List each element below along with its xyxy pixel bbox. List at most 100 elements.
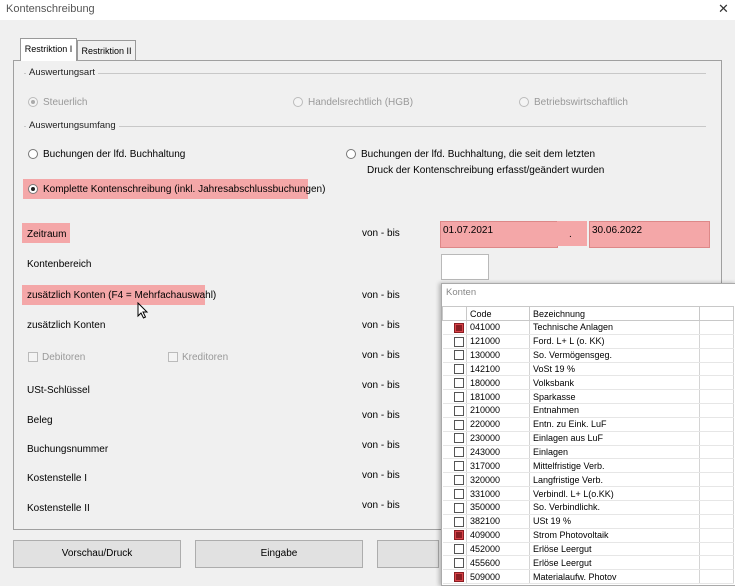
konten-table: Code Bezeichnung 041000 Technische Anlage… <box>442 306 734 585</box>
button-label: Eingabe <box>260 548 298 559</box>
tab-restriktion-1[interactable]: Restriktion I <box>20 38 77 61</box>
row-code: 409000 <box>466 528 530 543</box>
row-code: 382100 <box>466 514 530 529</box>
row-check-cell[interactable] <box>442 569 467 585</box>
radio-lfd-buchhaltung[interactable] <box>28 149 38 159</box>
row-code: 243000 <box>466 445 530 460</box>
row-check-cell[interactable] <box>442 362 467 377</box>
zeitraum-to-input[interactable]: 30.06.2022 <box>589 221 710 248</box>
label-von-bis: von - bis <box>362 410 400 421</box>
table-row[interactable]: 317000 Mittelfristige Verb. <box>442 458 734 474</box>
row-check-cell[interactable] <box>442 472 467 488</box>
row-code: 210000 <box>466 403 530 418</box>
row-check-cell[interactable] <box>442 458 467 474</box>
group-line <box>24 73 706 74</box>
table-row[interactable]: 210000 Entnahmen <box>442 403 734 418</box>
row-check-cell[interactable] <box>442 445 467 460</box>
row-checkbox[interactable] <box>453 336 464 347</box>
header-bezeichnung[interactable]: Bezeichnung <box>529 306 700 321</box>
row-checkbox[interactable] <box>453 378 464 389</box>
tab-restriktion-2[interactable]: Restriktion II <box>77 40 136 61</box>
row-code: 320000 <box>466 472 530 488</box>
table-row[interactable]: 331000 Verbindl. L+ L(o.KK) <box>442 486 734 501</box>
eingabe-button[interactable]: Eingabe <box>195 540 363 568</box>
row-empty <box>699 362 734 377</box>
table-row[interactable]: 455600 Erlöse Leergut <box>442 555 734 571</box>
row-checkbox[interactable] <box>453 447 464 458</box>
radio-seit-letztem-druck[interactable] <box>346 149 356 159</box>
row-checkbox[interactable] <box>453 516 464 527</box>
title-bar: Kontenschreibung ✕ <box>0 0 735 20</box>
table-row[interactable]: 243000 Einlagen <box>442 445 734 460</box>
row-check-cell[interactable] <box>442 542 467 557</box>
row-code: 121000 <box>466 334 530 349</box>
row-checkbox[interactable] <box>453 364 464 375</box>
row-check-cell[interactable] <box>442 375 467 391</box>
row-checkbox[interactable] <box>453 488 464 499</box>
row-check-cell[interactable] <box>442 528 467 543</box>
row-check-cell[interactable] <box>442 320 467 335</box>
row-check-cell[interactable] <box>442 514 467 529</box>
row-checkbox[interactable] <box>453 475 464 486</box>
row-check-cell[interactable] <box>442 417 467 432</box>
table-row[interactable]: 121000 Ford. L+ L (o. KK) <box>442 334 734 349</box>
row-checkbox[interactable] <box>453 350 464 361</box>
row-check-cell[interactable] <box>442 431 467 446</box>
zeitraum-from-value: 01.07.2021 <box>443 225 494 236</box>
row-checkbox[interactable] <box>453 558 464 569</box>
zeitraum-from-input[interactable]: 01.07.2021 <box>440 221 558 248</box>
row-empty <box>699 389 734 405</box>
table-row[interactable]: 452000 Erlöse Leergut <box>442 542 734 557</box>
row-checkbox[interactable] <box>453 502 464 513</box>
row-check-cell[interactable] <box>442 334 467 349</box>
row-checkbox[interactable] <box>453 433 464 444</box>
table-row[interactable]: 509000 Materialaufw. Photov <box>442 569 734 585</box>
table-row[interactable]: 382100 USt 19 % <box>442 514 734 529</box>
radio-handelsrechtlich[interactable] <box>293 97 303 107</box>
radio-label: Buchungen der lfd. Buchhaltung <box>43 149 186 160</box>
table-row[interactable]: 180000 Volksbank <box>442 375 734 391</box>
row-checkbox[interactable] <box>453 461 464 472</box>
table-row[interactable]: 350000 So. Verbindlichk. <box>442 500 734 515</box>
label-debitoren: Debitoren <box>42 352 86 363</box>
checkbox-debitoren[interactable] <box>28 352 38 362</box>
row-empty <box>699 417 734 432</box>
vorschau-druck-button[interactable]: Vorschau/Druck <box>13 540 181 568</box>
table-row[interactable]: 130000 So. Vermögensgeg. <box>442 348 734 363</box>
row-checkbox[interactable] <box>453 405 464 416</box>
radio-steuerlich[interactable] <box>28 97 38 107</box>
row-bezeichnung: Erlöse Leergut <box>529 555 700 571</box>
table-row[interactable]: 230000 Einlagen aus LuF <box>442 431 734 446</box>
row-check-cell[interactable] <box>442 389 467 405</box>
row-bezeichnung: Einlagen aus LuF <box>529 431 700 446</box>
row-checkbox[interactable] <box>453 419 464 430</box>
row-checkbox[interactable] <box>453 571 464 582</box>
zeitraum-separator: . <box>569 229 572 240</box>
kontenbereich-input[interactable] <box>441 254 489 280</box>
row-checkbox[interactable] <box>453 391 464 402</box>
table-row[interactable]: 181000 Sparkasse <box>442 389 734 405</box>
konten-popup: Konten Code Bezeichnung 041000 Technische… <box>441 283 735 586</box>
close-icon[interactable]: ✕ <box>718 1 729 17</box>
checkbox-kreditoren[interactable] <box>168 352 178 362</box>
row-checkbox[interactable] <box>453 322 464 333</box>
row-checkbox[interactable] <box>453 530 464 541</box>
row-check-cell[interactable] <box>442 486 467 501</box>
row-check-cell[interactable] <box>442 555 467 571</box>
group-label-auswertungsumfang: Auswertungsumfang <box>26 120 119 131</box>
header-code[interactable]: Code <box>466 306 530 321</box>
row-check-cell[interactable] <box>442 403 467 418</box>
row-empty <box>699 486 734 501</box>
row-check-cell[interactable] <box>442 500 467 515</box>
table-row[interactable]: 320000 Langfristige Verb. <box>442 472 734 488</box>
row-check-cell[interactable] <box>442 348 467 363</box>
radio-komplette-kontenschreibung[interactable] <box>28 184 38 194</box>
third-button[interactable] <box>377 540 439 568</box>
table-row[interactable]: 142100 VoSt 19 % <box>442 362 734 377</box>
radio-betriebswirtschaftlich[interactable] <box>519 97 529 107</box>
table-row[interactable]: 220000 Entn. zu Eink. LuF <box>442 417 734 432</box>
table-row[interactable]: 041000 Technische Anlagen <box>442 320 734 335</box>
row-checkbox[interactable] <box>453 544 464 555</box>
table-row[interactable]: 409000 Strom Photovoltaik <box>442 528 734 543</box>
group-line <box>24 126 706 127</box>
